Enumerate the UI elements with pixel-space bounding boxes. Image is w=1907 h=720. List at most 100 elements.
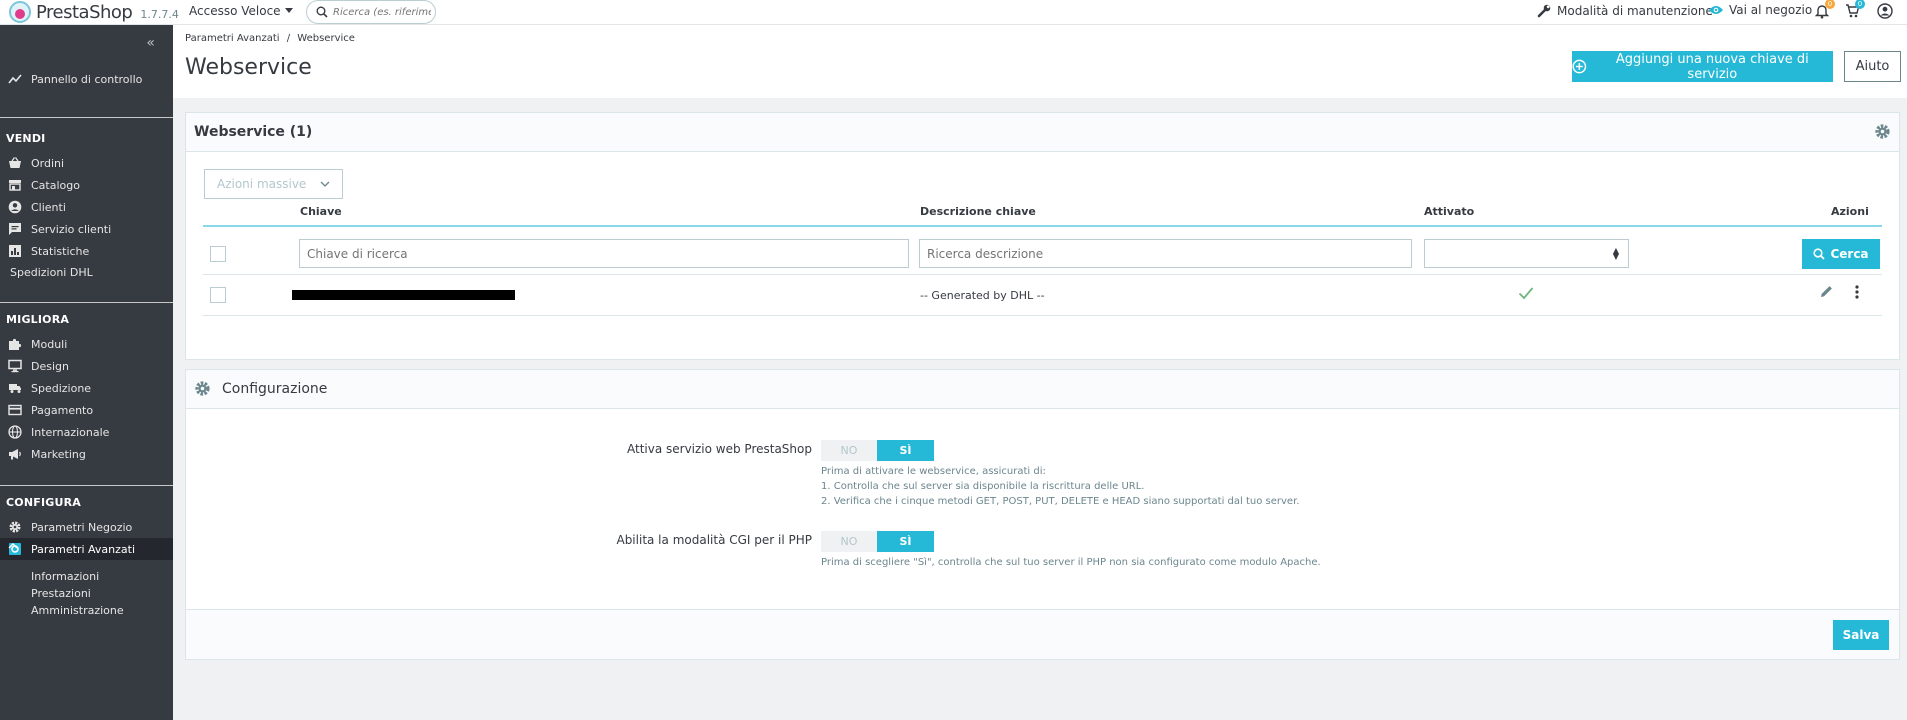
sidebar-item-shipping[interactable]: Spedizione: [0, 377, 173, 399]
help-line: Prima di scegliere "Sì", controlla che s…: [821, 557, 1321, 568]
key-description: -- Generated by DHL --: [920, 289, 1045, 302]
sidebar-item-customers[interactable]: Clienti: [0, 196, 173, 218]
panel-header: Webservice (1): [186, 113, 1899, 152]
notifications-bell[interactable]: 0: [1814, 0, 1835, 22]
sidebar-item-modules[interactable]: Moduli: [0, 333, 173, 355]
webservice-help-text: Prima di attivare le webservice, assicur…: [821, 464, 1299, 509]
sidebar-item-advanced-parameters[interactable]: Parametri Avanzati: [0, 538, 173, 560]
sidebar-item-catalog[interactable]: Catalogo: [0, 174, 173, 196]
bulk-actions-dropdown[interactable]: Azioni massive: [204, 169, 343, 199]
sidebar-item-design[interactable]: Design: [0, 355, 173, 377]
account-circle-icon: [8, 200, 22, 214]
search-icon: [1813, 248, 1826, 260]
enabled-filter-select[interactable]: ▲ ▼: [1424, 239, 1629, 268]
sidebar-divider: [0, 117, 173, 118]
sidebar-divider: [0, 302, 173, 303]
search-input[interactable]: [333, 4, 431, 20]
view-shop-link[interactable]: Vai al negozio: [1708, 3, 1812, 17]
notification-badge: 0: [1825, 0, 1835, 9]
help-button[interactable]: Aiuto: [1844, 51, 1901, 82]
prestashop-logo[interactable]: PrestaShop 1.7.7.4: [9, 1, 179, 23]
sidebar-section-title: MIGLIORA: [6, 313, 70, 326]
user-account[interactable]: [1877, 3, 1893, 22]
bar-chart-icon: [9, 245, 21, 257]
cgi-mode-switch[interactable]: NO SÌ: [821, 531, 934, 552]
sidebar-item-payment[interactable]: Pagamento: [0, 399, 173, 421]
sidebar-item-label: Statistiche: [31, 245, 90, 258]
sidebar-item-shop-parameters[interactable]: Parametri Negozio: [0, 516, 173, 538]
sidebar-item-label: Servizio clienti: [31, 223, 112, 236]
globe-icon: [8, 425, 22, 439]
cart-notifications[interactable]: 0: [1845, 0, 1865, 22]
sidebar-item-label: Internazionale: [31, 426, 110, 439]
select-all-checkbox[interactable]: [210, 246, 226, 262]
panel-footer: Salva: [186, 609, 1899, 659]
quick-access-dropdown[interactable]: Accesso Veloce: [189, 4, 293, 18]
search-button[interactable]: Cerca: [1802, 239, 1880, 269]
caret-down-icon: [284, 8, 293, 13]
column-header-description[interactable]: Descrizione chiave: [920, 205, 1036, 218]
add-service-key-button[interactable]: Aggiungi una nuova chiave di servizio: [1572, 51, 1833, 82]
column-header-key[interactable]: Chiave: [300, 205, 342, 218]
breadcrumb-parent[interactable]: Parametri Avanzati: [185, 33, 280, 44]
breadcrumb-separator: /: [286, 33, 291, 44]
breadcrumb-current: Webservice: [297, 33, 355, 44]
key-filter-input[interactable]: [299, 239, 909, 268]
more-vertical-icon[interactable]: [1854, 284, 1860, 300]
megaphone-icon: [9, 449, 21, 460]
maintenance-label: Modalità di manutenzione: [1557, 3, 1713, 18]
switch-option-yes[interactable]: SÌ: [877, 440, 934, 461]
monitor-icon: [8, 359, 22, 373]
enable-webservice-label: Attiva servizio web PrestaShop: [626, 442, 812, 456]
bulk-actions-label: Azioni massive: [217, 177, 307, 191]
edit-pencil-icon[interactable]: [1819, 284, 1834, 299]
page-title: Webservice: [185, 55, 312, 80]
panel-title: Configurazione: [222, 381, 328, 397]
sidebar-item-orders[interactable]: Ordini: [0, 152, 173, 174]
sidebar-item-label: Marketing: [31, 448, 86, 461]
gear-icon: [195, 381, 210, 396]
sidebar-item-label: Catalogo: [31, 179, 80, 192]
sidebar-item-label: Spedizione: [31, 382, 92, 395]
sidebar-section-title: VENDI: [6, 132, 46, 145]
help-line: 1. Controlla che sul server sia disponib…: [821, 481, 1145, 492]
sidebar-item-label: Ordini: [31, 157, 65, 170]
row-checkbox[interactable]: [210, 287, 226, 303]
sidebar-item-international[interactable]: Internazionale: [0, 421, 173, 443]
switch-option-yes[interactable]: SÌ: [877, 531, 934, 552]
column-header-enabled[interactable]: Attivato: [1424, 205, 1474, 218]
maintenance-link[interactable]: Modalità di manutenzione: [1537, 3, 1713, 18]
sidebar-item-dashboard[interactable]: Pannello di controllo: [0, 68, 173, 90]
sidebar-item-label: Design: [31, 360, 69, 373]
sidebar-item-marketing[interactable]: Marketing: [0, 443, 173, 465]
panel-header: Configurazione: [186, 370, 1899, 409]
collapse-sidebar-icon[interactable]: «: [146, 35, 155, 51]
description-filter-input[interactable]: [919, 239, 1412, 268]
switch-option-no[interactable]: NO: [821, 440, 877, 461]
store-icon: [9, 180, 21, 191]
sidebar-item-label: Spedizioni DHL: [10, 266, 93, 279]
header-search[interactable]: [306, 0, 436, 24]
sidebar-item-dhl[interactable]: Spedizioni DHL: [0, 261, 173, 283]
switch-option-no[interactable]: NO: [821, 531, 877, 552]
check-icon[interactable]: [1518, 286, 1534, 300]
sidebar-subitem-performance[interactable]: Prestazioni: [31, 587, 91, 600]
chat-icon: [9, 223, 21, 235]
sidebar-item-statistics[interactable]: Statistiche: [0, 240, 173, 262]
configuration-panel: Configurazione Attiva servizio web Prest…: [185, 369, 1900, 660]
search-icon: [316, 6, 328, 18]
trend-icon: [8, 74, 22, 84]
sidebar-nav: « Pannello di controllo VENDI Ordini Cat…: [0, 25, 173, 720]
basket-icon: [9, 157, 21, 168]
enable-webservice-switch[interactable]: NO SÌ: [821, 440, 934, 461]
sort-arrows-icon: ▲ ▼: [1612, 246, 1619, 261]
row-divider: [203, 315, 1882, 316]
gear-icon[interactable]: [1874, 123, 1891, 140]
sidebar-item-customer-service[interactable]: Servizio clienti: [0, 218, 173, 240]
sidebar-subitem-information[interactable]: Informazioni: [31, 570, 99, 583]
wrench-icon: [1537, 4, 1551, 18]
save-button[interactable]: Salva: [1833, 620, 1889, 650]
add-service-key-label: Aggiungi una nuova chiave di servizio: [1615, 51, 1809, 82]
cgi-help-text: Prima di scegliere "Sì", controlla che s…: [821, 555, 1321, 570]
sidebar-subitem-administration[interactable]: Amministrazione: [31, 604, 124, 617]
